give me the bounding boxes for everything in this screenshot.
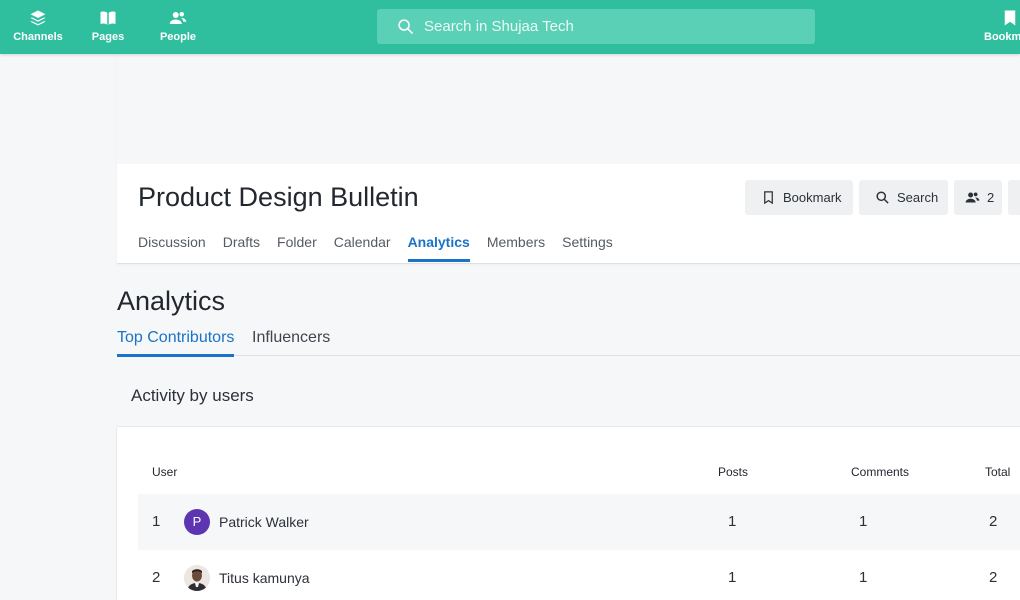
- members-button[interactable]: 2: [954, 180, 1002, 215]
- activity-table: User Posts Comments Total 1 P Patrick Wa…: [117, 427, 1020, 600]
- user-name-link[interactable]: Titus kamunya: [219, 570, 310, 586]
- total-count: 2: [989, 569, 998, 586]
- nav-channels[interactable]: Channels: [8, 9, 68, 43]
- channel-search-label: Search: [897, 190, 939, 205]
- tab-analytics[interactable]: Analytics: [407, 234, 471, 262]
- posts-count: 1: [728, 569, 737, 586]
- bookmark-button-label: Bookmark: [783, 190, 842, 205]
- top-navigation-bar: Channels Pages People Search in Shujaa T…: [0, 0, 1020, 54]
- tab-top-contributors[interactable]: Top Contributors: [117, 329, 235, 357]
- table-row: 1 P Patrick Walker 1 1 2: [138, 494, 1020, 550]
- row-rank: 2: [152, 569, 161, 586]
- nav-bookmarks-label: Bookm: [984, 31, 1020, 43]
- tab-members[interactable]: Members: [487, 234, 545, 262]
- search-icon: [397, 18, 414, 35]
- comments-count: 1: [859, 513, 868, 530]
- activity-section-title: Activity by users: [131, 386, 254, 405]
- global-search[interactable]: Search in Shujaa Tech: [377, 9, 815, 44]
- tab-folder[interactable]: Folder: [277, 234, 317, 262]
- channel-banner: [117, 54, 1020, 164]
- column-header-total: Total: [985, 465, 1011, 479]
- user-photo-icon: [184, 565, 210, 591]
- avatar[interactable]: P: [184, 509, 210, 535]
- channel-title: Product Design Bulletin: [138, 182, 419, 212]
- more-button[interactable]: [1008, 180, 1020, 215]
- search-icon: [876, 191, 889, 204]
- tab-drafts[interactable]: Drafts: [223, 234, 260, 262]
- tab-discussion[interactable]: Discussion: [138, 234, 206, 262]
- nav-channels-label: Channels: [13, 31, 63, 43]
- table-row: 2 Titus kamunya 1 1 2: [138, 550, 1020, 600]
- total-count: 2: [989, 513, 998, 530]
- column-header-user: User: [152, 465, 178, 479]
- analytics-subtabs: Top Contributors Influencers: [117, 329, 1020, 357]
- analytics-title: Analytics: [117, 286, 226, 316]
- search-placeholder: Search in Shujaa Tech: [424, 18, 574, 35]
- nav-pages[interactable]: Pages: [78, 9, 138, 43]
- channel-search-button[interactable]: Search: [859, 180, 948, 215]
- layers-icon: [29, 9, 47, 27]
- tab-influencers[interactable]: Influencers: [252, 329, 330, 356]
- posts-count: 1: [728, 513, 737, 530]
- people-icon: [169, 9, 187, 27]
- nav-people[interactable]: People: [148, 9, 208, 43]
- column-header-comments: Comments: [851, 465, 910, 479]
- avatar[interactable]: [184, 565, 210, 591]
- column-header-posts: Posts: [718, 465, 749, 479]
- bookmark-outline-icon: [764, 191, 773, 205]
- row-rank: 1: [152, 513, 161, 530]
- nav-bookmarks[interactable]: Bookm: [984, 9, 1020, 43]
- nav-pages-label: Pages: [91, 31, 125, 43]
- bookmark-button[interactable]: Bookmark: [745, 180, 853, 215]
- nav-people-label: People: [159, 31, 197, 43]
- tab-settings[interactable]: Settings: [562, 234, 613, 262]
- channel-header-card: Product Design Bulletin Bookmark Search …: [117, 54, 1020, 264]
- members-count: 2: [987, 190, 995, 205]
- comments-count: 1: [859, 569, 868, 586]
- user-name-link[interactable]: Patrick Walker: [219, 514, 309, 530]
- book-icon: [99, 9, 117, 27]
- bookmark-icon: [1001, 9, 1019, 27]
- people-icon: [965, 192, 980, 203]
- channel-tabs: Discussion Drafts Folder Calendar Analyt…: [138, 234, 630, 262]
- tab-calendar[interactable]: Calendar: [334, 234, 391, 262]
